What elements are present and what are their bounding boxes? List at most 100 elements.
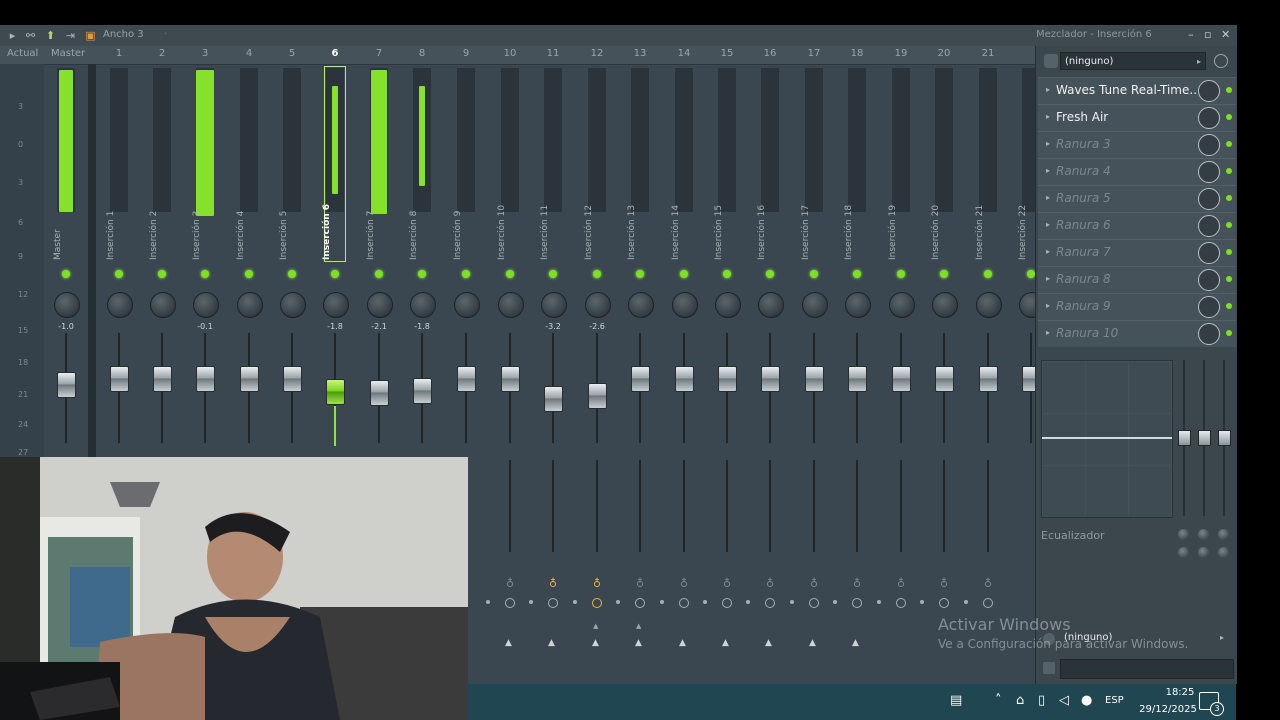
keyboard-icon[interactable]: ▤ xyxy=(950,693,962,708)
volume-fader[interactable] xyxy=(283,366,302,392)
slot-mix-knob[interactable] xyxy=(1198,242,1220,264)
latency-clock-icon[interactable] xyxy=(983,598,993,608)
latency-clock-icon[interactable] xyxy=(896,598,906,608)
expand-arrow-icon[interactable]: ▸ xyxy=(1046,220,1050,229)
send-arrow-icon[interactable]: ▲ xyxy=(765,638,772,648)
layout-icon[interactable]: ▣ xyxy=(84,29,97,42)
insert-slot[interactable]: ▸ Ranura 9 xyxy=(1038,293,1236,320)
header-track-3[interactable]: 3 xyxy=(190,48,220,59)
route-dot[interactable] xyxy=(746,600,750,604)
header-track-15[interactable]: 15 xyxy=(712,48,742,59)
volume-fader[interactable] xyxy=(153,366,172,392)
input-arm-icon[interactable]: ♁ xyxy=(764,577,776,590)
route-dot[interactable] xyxy=(877,600,881,604)
insert-slot[interactable]: ▸ Ranura 10 xyxy=(1038,320,1236,347)
slot-enable-led[interactable] xyxy=(1226,222,1232,228)
volume-fader[interactable] xyxy=(675,366,694,392)
slot-mix-knob[interactable] xyxy=(1198,134,1220,156)
pan-knob[interactable] xyxy=(367,292,393,318)
input-arm-icon[interactable]: ♁ xyxy=(895,577,907,590)
pan-knob[interactable] xyxy=(541,292,567,318)
volume-fader[interactable] xyxy=(544,386,563,412)
pan-knob[interactable] xyxy=(758,292,784,318)
pan-knob[interactable] xyxy=(237,292,263,318)
input-arm-icon[interactable]: ♁ xyxy=(591,577,603,590)
insert-slot[interactable]: ▸ Fresh Air xyxy=(1038,104,1236,131)
enable-led[interactable] xyxy=(1027,270,1035,278)
eq-band-fader-2[interactable] xyxy=(1198,430,1211,446)
expand-arrow-icon[interactable]: ▸ xyxy=(1046,139,1050,148)
slot-enable-led[interactable] xyxy=(1226,195,1232,201)
volume-fader[interactable] xyxy=(370,380,389,406)
clock-time[interactable]: 18:25 xyxy=(1160,687,1200,698)
eq-band-fader-1[interactable] xyxy=(1178,430,1191,446)
slot-enable-led[interactable] xyxy=(1226,249,1232,255)
route-dot[interactable] xyxy=(703,600,707,604)
input-arm-icon[interactable]: ♁ xyxy=(678,577,690,590)
header-track-2[interactable]: 2 xyxy=(147,48,177,59)
enable-led[interactable] xyxy=(418,270,426,278)
clock-date[interactable]: 29/12/2025 xyxy=(1132,704,1204,715)
volume-fader[interactable] xyxy=(805,366,824,392)
header-track-10[interactable]: 10 xyxy=(495,48,525,59)
expand-arrow-icon[interactable]: ▸ xyxy=(1046,274,1050,283)
slot-mix-knob[interactable] xyxy=(1198,80,1220,102)
header-track-8[interactable]: 8 xyxy=(407,48,437,59)
enable-led[interactable] xyxy=(549,270,557,278)
send-arrow-icon[interactable]: ▲ xyxy=(722,638,729,648)
up-arrow-icon[interactable]: ⬆ xyxy=(44,29,57,42)
volume-fader[interactable] xyxy=(413,378,432,404)
input-icon[interactable] xyxy=(1044,54,1058,68)
slot-enable-led[interactable] xyxy=(1226,168,1232,174)
header-track-11[interactable]: 11 xyxy=(538,48,568,59)
route-dot[interactable] xyxy=(486,600,490,604)
header-track-1[interactable]: 1 xyxy=(104,48,134,59)
volume-fader[interactable] xyxy=(848,366,867,392)
header-track-4[interactable]: 4 xyxy=(234,48,264,59)
expand-arrow-icon[interactable]: ▸ xyxy=(1046,193,1050,202)
pan-knob[interactable] xyxy=(672,292,698,318)
pan-knob[interactable] xyxy=(976,292,1002,318)
header-track-21[interactable]: 21 xyxy=(973,48,1003,59)
header-master[interactable]: Master xyxy=(51,48,85,59)
route-dot[interactable] xyxy=(920,600,924,604)
header-track-17[interactable]: 17 xyxy=(799,48,829,59)
input-arm-icon[interactable]: ♁ xyxy=(547,577,559,590)
latency-clock-icon[interactable] xyxy=(1214,54,1228,68)
header-track-6[interactable]: 6 xyxy=(320,48,350,59)
volume-fader[interactable] xyxy=(57,372,76,398)
send-arrow-icon[interactable]: ▲ xyxy=(852,638,859,648)
width-label[interactable]: Ancho 3 xyxy=(103,29,144,40)
volume-fader[interactable] xyxy=(110,366,129,392)
enable-led[interactable] xyxy=(810,270,818,278)
slot-enable-led[interactable] xyxy=(1226,114,1232,120)
enable-led[interactable] xyxy=(940,270,948,278)
slot-mix-knob[interactable] xyxy=(1198,188,1220,210)
latency-clock-icon[interactable] xyxy=(809,598,819,608)
insert-slot[interactable]: ▸ Ranura 3 xyxy=(1038,131,1236,158)
expand-arrow-icon[interactable]: ▸ xyxy=(1046,85,1050,94)
eq-bw-knob-1[interactable] xyxy=(1178,547,1189,558)
enable-led[interactable] xyxy=(506,270,514,278)
volume-fader[interactable] xyxy=(979,366,998,392)
send-arrow-icon[interactable]: ▲ xyxy=(505,638,512,648)
insert-slot[interactable]: ▸ Ranura 6 xyxy=(1038,212,1236,239)
maximize-icon[interactable]: ▫ xyxy=(1204,28,1211,41)
expand-arrow-icon[interactable]: ▸ xyxy=(1046,328,1050,337)
expand-arrow-icon[interactable]: ▸ xyxy=(1046,247,1050,256)
slot-enable-led[interactable] xyxy=(1226,330,1232,336)
volume-icon[interactable]: ◁ xyxy=(1059,693,1069,708)
eq-bw-knob-3[interactable] xyxy=(1218,547,1229,558)
input-arm-icon[interactable]: ♁ xyxy=(721,577,733,590)
route-dot[interactable] xyxy=(529,600,533,604)
latency-clock-icon[interactable] xyxy=(548,598,558,608)
microphone-icon[interactable]: ● xyxy=(1081,693,1092,708)
enable-led[interactable] xyxy=(158,270,166,278)
volume-fader[interactable] xyxy=(240,366,259,392)
input-arm-icon[interactable]: ♁ xyxy=(982,577,994,590)
enable-led[interactable] xyxy=(636,270,644,278)
width-icon[interactable]: ⇥ xyxy=(64,29,77,42)
send-arrow-icon[interactable]: ▲ xyxy=(679,638,686,648)
pan-knob[interactable] xyxy=(150,292,176,318)
enable-led[interactable] xyxy=(984,270,992,278)
